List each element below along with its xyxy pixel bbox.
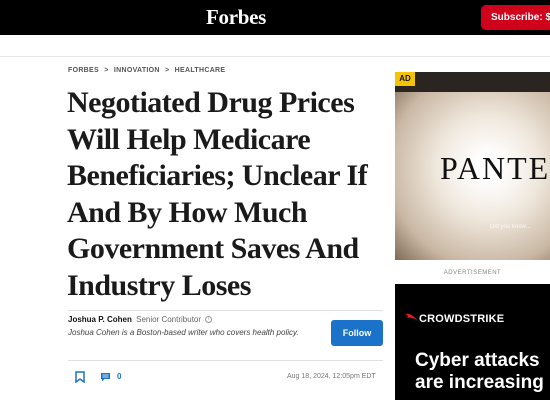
headline-line: Beneficiaries; Unclear If <box>67 159 368 192</box>
pantene-brand-text: PANTENE <box>440 150 550 186</box>
breadcrumb-separator: > <box>165 67 170 74</box>
subscribe-button[interactable]: Subscribe: $1. <box>481 5 550 30</box>
headline-line: And By How Much <box>67 195 308 229</box>
breadcrumb-forbes[interactable]: FORBES <box>68 67 99 74</box>
author-name[interactable]: Joshua P. Cohen <box>68 315 132 324</box>
ad-tag: AD <box>395 72 415 86</box>
publish-date: Aug 18, 2024, 12:05pm EDT <box>287 373 376 380</box>
forbes-logo[interactable]: Forbes <box>206 5 266 30</box>
breadcrumb-innovation[interactable]: INNOVATION <box>114 67 160 74</box>
crowdstrike-headline: Cyber attacks <box>415 350 540 371</box>
divider <box>68 360 383 361</box>
article-headline: Negotiated Drug Prices Will Help Medicar… <box>67 85 387 304</box>
follow-button[interactable]: Follow <box>331 320 383 346</box>
comment-icon[interactable] <box>100 372 111 382</box>
headline-line: Industry Loses <box>67 268 251 302</box>
breadcrumb-separator: > <box>104 67 109 74</box>
bookmark-icon[interactable] <box>75 371 85 383</box>
author-role: Senior Contributor <box>136 315 202 324</box>
author-bio: Joshua Cohen is a Boston-based writer wh… <box>68 328 299 337</box>
breadcrumb-healthcare[interactable]: HEALTHCARE <box>175 67 226 74</box>
breadcrumb: FORBES > INNOVATION > HEALTHCARE <box>68 67 228 74</box>
top-nav-bar: Forbes Subscribe: $1. <box>0 0 550 35</box>
pantene-caption: Did you know... <box>490 224 531 230</box>
advertisement-label: ADVERTISEMENT <box>443 270 502 276</box>
crowdstrike-headline: are increasing <box>415 372 544 393</box>
pantene-ad[interactable]: PANTENE Did you know... <box>395 72 550 260</box>
headline-line: Government Saves And <box>67 232 359 265</box>
crowdstrike-name: CROWDSTRIKE <box>419 313 505 325</box>
crowdstrike-ad[interactable]: CROWDSTRIKE Cyber attacks are increasing <box>395 284 550 400</box>
author-byline: Joshua P. Cohen Senior Contributor i <box>68 315 213 324</box>
crowdstrike-falcon-icon <box>405 313 418 321</box>
headline-line: Negotiated Drug Prices <box>67 86 355 119</box>
info-icon[interactable]: i <box>205 316 213 324</box>
divider <box>68 310 383 311</box>
comment-count[interactable]: 0 <box>117 372 121 381</box>
headline-line: Will Help Medicare <box>67 122 311 156</box>
sub-nav-strip <box>0 35 550 57</box>
